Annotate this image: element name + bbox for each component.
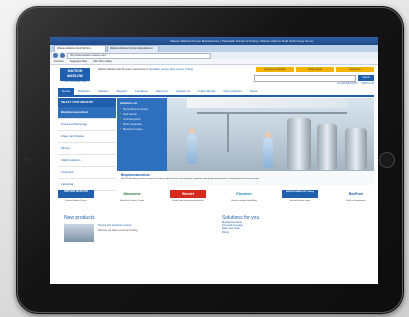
hero-caption: Biopharmaceutical Watson-Marlow peristal… [117, 171, 374, 186]
sidebar-item-mining[interactable]: Mining [58, 143, 116, 155]
brand-logo: WATSON MARLOW Tubing [282, 190, 318, 198]
browser-tab[interactable]: Watson-Marlow Pumps Manufacturer [107, 45, 159, 52]
sidebar-item-biopharmaceutical[interactable]: Biopharmaceutical [58, 107, 116, 119]
site-header: WATSON MARLOW Fluid Technology Group Wat… [50, 65, 378, 87]
solutions-panel: Solutions for Sterile filling and dosing… [117, 98, 167, 171]
solutions-panel-title: Solutions for [120, 101, 138, 105]
camera-icon [25, 158, 28, 161]
brand-label: MasoSine Process Pumps [119, 200, 145, 202]
forward-icon[interactable] [60, 53, 65, 58]
brand-label: Watson-Marlow tubing [289, 200, 311, 202]
brand-label: Bredel hose pumps and elements [172, 200, 204, 202]
product-thumbnail[interactable] [64, 224, 94, 242]
brand-strip: WATSON MARLOW Watson-Marlow Pumps Masosi… [58, 190, 374, 203]
solutions-bullet[interactable]: Mining [222, 231, 372, 234]
nav-trade-shows[interactable]: Trade Shows [194, 88, 220, 95]
bookmark-item[interactable]: Web Slice Gallery [93, 59, 112, 64]
worker-figure [187, 128, 197, 164]
search-input[interactable] [254, 75, 356, 82]
pipe [227, 112, 229, 152]
bookmark-item[interactable]: Favorites [54, 59, 64, 64]
ceiling-light [187, 98, 347, 108]
home-button[interactable] [379, 152, 395, 168]
tagline: Watson-Marlow has 50 years' experience i… [98, 68, 194, 71]
brand-biopure[interactable]: BioPure BioPure components [338, 190, 374, 203]
browser-tab[interactable]: Watson-Marlow Fluid Techno... [54, 45, 106, 52]
pipe [197, 112, 347, 114]
tab-strip: Watson-Marlow Fluid Techno... Watson-Mar… [50, 45, 378, 52]
nav-products[interactable]: Products [74, 88, 94, 95]
brand-label: BioPure components [346, 200, 366, 202]
solutions-link[interactable]: Bioreactor feeding [117, 127, 167, 132]
brand-logo: BioPure [348, 192, 364, 196]
brand-logo: Masosine [123, 192, 141, 196]
back-icon[interactable] [53, 53, 58, 58]
sidebar-item-chemical[interactable]: Chemical [58, 167, 116, 179]
brand-label: Flexicon aseptic liquid filling [231, 200, 257, 202]
sidebar-item-water[interactable]: Water and Waste [58, 131, 116, 143]
industry-sidebar: SELECT YOUR INDUSTRY Biopharmaceutical F… [58, 98, 116, 191]
nav-literature[interactable]: Literature [131, 88, 152, 95]
window-titlebar: Watson-Marlow Pumps Manufacturer | Peris… [50, 37, 378, 45]
main-navigation: Home Products Industry Support Literatur… [58, 88, 374, 97]
new-product-row: Pumps and products in focus Discover our… [64, 224, 204, 242]
nav-home[interactable]: Home [58, 88, 75, 95]
new-product-text: Discover our latest pumps and tubing. [98, 229, 139, 232]
new-products-title: New products [64, 215, 95, 221]
worker-figure [263, 132, 273, 168]
web-page: WATSON MARLOW Fluid Technology Group Wat… [50, 65, 378, 284]
brand-tubing[interactable]: WATSON MARLOW Tubing Watson-Marlow tubin… [282, 190, 318, 203]
window-title: Watson-Marlow Pumps Manufacturer | Peris… [170, 39, 314, 43]
address-bar: http://www.watson-marlow.com/ [50, 52, 378, 59]
solutions-section: Solutions for you Biopharmaceutical Food… [222, 215, 372, 234]
search-button[interactable]: Search [358, 75, 374, 81]
tank [345, 128, 367, 170]
brand-flexicon[interactable]: Flexicon Flexicon aseptic liquid filling [226, 190, 262, 203]
logo-subtitle: Fluid Technology Group [63, 81, 87, 83]
nav-contact[interactable]: Contact us [172, 88, 194, 95]
site-logo[interactable]: WATSON MARLOW [60, 68, 90, 81]
nav-new-products[interactable]: New products [220, 88, 246, 95]
sidebar-item-oem[interactable]: OEM solutions [58, 155, 116, 167]
tagline-text: Watson-Marlow has 50 years' experience i… [98, 68, 149, 71]
hero-caption-text: Watson-Marlow peristaltic pumps and tubi… [121, 178, 260, 180]
new-products-section: New products Pumps and products in focus… [64, 215, 204, 242]
photo-background: Watson-Marlow Pumps Manufacturer | Peris… [0, 0, 409, 317]
nav-industry[interactable]: Industry [94, 88, 113, 95]
tank [317, 124, 337, 170]
tablet-screen: Watson-Marlow Pumps Manufacturer | Peris… [50, 37, 378, 284]
sidebar-item-food[interactable]: Food and Beverage [58, 119, 116, 131]
contact-button[interactable]: Contact us [336, 67, 374, 72]
tagline-link[interactable]: Peristaltic pumps, Sine pumps, Tubing [149, 68, 193, 71]
callback-button[interactable]: Request a call back [256, 67, 294, 72]
sidebar-heading: SELECT YOUR INDUSTRY [58, 98, 116, 107]
bookmark-item[interactable]: Suggested Sites [70, 59, 87, 64]
brand-bredel[interactable]: Bredel Bredel hose pumps and elements [170, 190, 206, 203]
brand-logo: Flexicon [236, 192, 252, 196]
tablet-device: Watson-Marlow Pumps Manufacturer | Peris… [16, 6, 404, 314]
nav-news[interactable]: News [246, 88, 262, 95]
nav-support[interactable]: Support [113, 88, 132, 95]
region-selector[interactable]: WMFTG UK [361, 83, 374, 85]
contact-row: +44 (0)1326 370370 WMFTG UK [337, 83, 374, 85]
quote-button[interactable]: Instant quote [296, 67, 334, 72]
nav-about[interactable]: About us [152, 88, 172, 95]
new-product-link[interactable]: Pumps and products in focus [98, 224, 138, 227]
brand-logo: Bredel [170, 190, 206, 198]
brand-label: Watson-Marlow Pumps [65, 200, 87, 202]
tank [287, 118, 311, 170]
url-field[interactable]: http://www.watson-marlow.com/ [67, 52, 211, 59]
phone-number: +44 (0)1326 370370 [336, 83, 358, 85]
top-buttons: Request a call back Instant quote Contac… [256, 67, 374, 72]
brand-watson-marlow[interactable]: WATSON MARLOW Watson-Marlow Pumps [58, 190, 94, 203]
brand-masosine[interactable]: Masosine MasoSine Process Pumps [114, 190, 150, 203]
brand-logo: WATSON MARLOW [58, 190, 94, 198]
